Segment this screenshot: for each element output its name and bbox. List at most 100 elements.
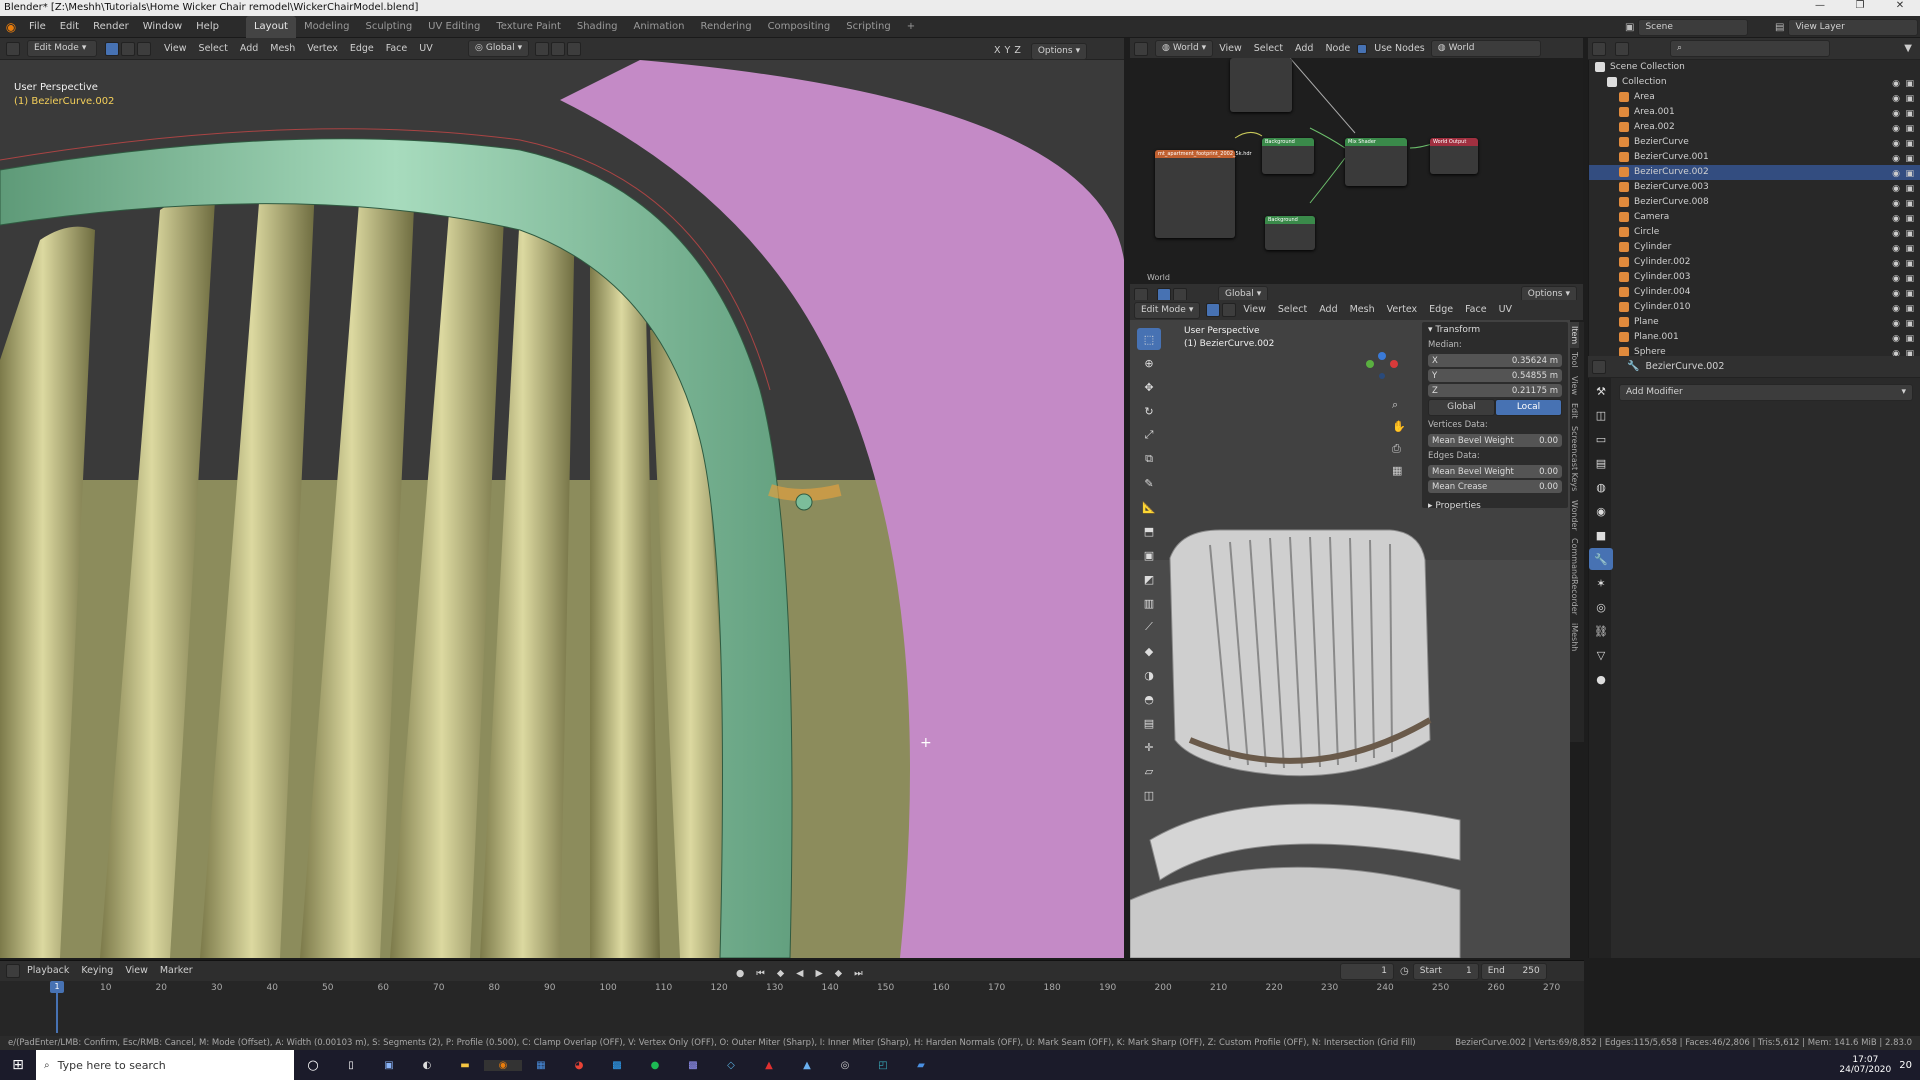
median-z-field[interactable]: Z 0.21175 m — [1428, 384, 1562, 397]
transform-orientation-selector[interactable]: ◎ Global ▾ — [468, 40, 530, 57]
constraints-props-icon[interactable]: ⛓ — [1589, 620, 1613, 642]
outliner-item[interactable]: BezierCurve.002 ◉ ▣ — [1589, 165, 1920, 180]
outliner-item[interactable]: Cylinder.003 ◉ ▣ — [1589, 270, 1920, 285]
world-datablock-selector[interactable]: ◍ World — [1430, 40, 1541, 57]
taskbar-search-box[interactable]: ⌕ Type here to search — [36, 1050, 294, 1080]
annotate-tool-icon[interactable]: ✎ — [1137, 472, 1161, 494]
median-x-field[interactable]: X 0.35624 m — [1428, 354, 1562, 367]
obs-icon[interactable]: ◎ — [826, 1060, 864, 1071]
editor-type-icon[interactable] — [6, 41, 20, 56]
windows-start-icon[interactable]: ⊞ — [0, 1057, 36, 1073]
cube-app-icon[interactable]: ◇ — [712, 1060, 750, 1071]
world-props-icon[interactable]: ◉ — [1589, 500, 1613, 522]
data-props-icon[interactable]: ▽ — [1589, 644, 1613, 666]
pan-hand-icon[interactable]: ✋ — [1392, 416, 1406, 438]
maximize-button[interactable]: ❐ — [1840, 0, 1880, 16]
outliner-item[interactable]: Plane ◉ ▣ — [1589, 315, 1920, 330]
spotify-icon[interactable]: ● — [636, 1060, 674, 1071]
ortho-grid-icon[interactable]: ▦ — [1392, 460, 1406, 482]
extrude-tool-icon[interactable]: ⬒ — [1137, 520, 1161, 542]
tab-modeling[interactable]: Modeling — [296, 16, 358, 38]
shrink-fatten-tool-icon[interactable]: ✛ — [1137, 736, 1161, 758]
tab-wonder[interactable]: Wonder — [1570, 496, 1579, 535]
outliner-item[interactable]: Circle ◉ ▣ — [1589, 225, 1920, 240]
outliner-type-icon[interactable] — [1592, 41, 1606, 56]
tab-sculpting[interactable]: Sculpting — [357, 16, 420, 38]
outliner-item[interactable]: BezierCurve.001 ◉ ▣ — [1589, 150, 1920, 165]
outliner-item[interactable]: Cylinder.010 ◉ ▣ — [1589, 300, 1920, 315]
app-icon-1[interactable]: ▣ — [370, 1060, 408, 1071]
right-menu-vertex[interactable]: Vertex — [1381, 299, 1424, 321]
menu-help[interactable]: Help — [189, 16, 226, 38]
task-view-icon[interactable]: ▯ — [332, 1060, 370, 1071]
outliner-item[interactable]: BezierCurve ◉ ▣ — [1589, 135, 1920, 150]
pivot-icon[interactable] — [535, 41, 550, 56]
photoshop-icon[interactable]: ▩ — [598, 1060, 636, 1071]
node-menu-node[interactable]: Node — [1319, 38, 1356, 60]
right-menu-face[interactable]: Face — [1459, 299, 1492, 321]
global-toggle[interactable]: Global — [1428, 399, 1495, 416]
outliner-item[interactable]: Area.002 ◉ ▣ — [1589, 120, 1920, 135]
transform-tool-icon[interactable]: ⧉ — [1137, 448, 1161, 470]
mode-selector[interactable]: Edit Mode ▾ — [27, 40, 97, 57]
loop-cut-tool-icon[interactable]: ▥ — [1137, 592, 1161, 614]
right-menu-edge[interactable]: Edge — [1423, 299, 1459, 321]
median-y-field[interactable]: Y 0.54855 m — [1428, 369, 1562, 382]
right-menu-view[interactable]: View — [1237, 299, 1272, 321]
bevel-tool-icon[interactable]: ◩ — [1137, 568, 1161, 590]
menu-uv[interactable]: UV — [413, 38, 438, 60]
outliner-item[interactable]: BezierCurve.008 ◉ ▣ — [1589, 195, 1920, 210]
app-icon-2[interactable]: ◐ — [408, 1060, 446, 1071]
outliner-item[interactable]: Area.001 ◉ ▣ — [1589, 105, 1920, 120]
physics-props-icon[interactable]: ◎ — [1589, 596, 1613, 618]
display-mode-icon[interactable] — [1615, 41, 1629, 56]
environment-texture-node[interactable]: mt_apartment_footprint_2002_5k.hdr — [1155, 150, 1252, 238]
notification-icon[interactable]: 20 — [1899, 1060, 1912, 1071]
menu-file[interactable]: File — [22, 16, 53, 38]
mix-shader-node[interactable]: Mix Shader — [1345, 138, 1407, 186]
tab-layout[interactable]: Layout — [245, 15, 296, 38]
photos-icon[interactable]: ▲ — [788, 1060, 826, 1071]
navigation-gizmo[interactable] — [1362, 340, 1402, 380]
menu-face[interactable]: Face — [380, 38, 413, 60]
light-path-node[interactable] — [1230, 58, 1292, 112]
cursor-tool-icon[interactable]: ⊕ — [1137, 352, 1161, 374]
view-layer-selector[interactable]: View Layer — [1788, 19, 1919, 36]
spin-tool-icon[interactable]: ◑ — [1137, 664, 1161, 686]
zoom-icon[interactable]: ⌕ — [1392, 394, 1406, 416]
shader-type-selector[interactable]: ◍ World ▾ — [1155, 40, 1214, 57]
outliner-item[interactable]: Cylinder.004 ◉ ▣ — [1589, 285, 1920, 300]
axis-x-toggle[interactable]: X — [992, 40, 1003, 62]
face-select-icon[interactable] — [137, 41, 151, 56]
mean-bevel-weight-edge-field[interactable]: Mean Bevel Weight 0.00 — [1428, 465, 1562, 478]
background-node-2[interactable]: Background — [1265, 216, 1315, 250]
edge-slide-tool-icon[interactable]: ▤ — [1137, 712, 1161, 734]
outliner-item[interactable]: BezierCurve.003 ◉ ▣ — [1589, 180, 1920, 195]
right-edge-select-icon[interactable] — [1222, 303, 1237, 317]
right-vertex-select-icon[interactable] — [1206, 303, 1221, 317]
move-tool-icon[interactable]: ✥ — [1137, 376, 1161, 398]
app-icon-4[interactable]: ▰ — [902, 1060, 940, 1071]
menu-edge[interactable]: Edge — [344, 38, 380, 60]
use-nodes-checkbox[interactable] — [1357, 43, 1368, 54]
right-menu-select[interactable]: Select — [1272, 299, 1313, 321]
node-menu-add[interactable]: Add — [1289, 38, 1319, 60]
material-props-icon[interactable]: ● — [1589, 668, 1613, 690]
minimize-button[interactable]: — — [1800, 0, 1840, 16]
chrome-icon[interactable]: ◕ — [560, 1060, 598, 1071]
rotate-tool-icon[interactable]: ↻ — [1137, 400, 1161, 422]
properties-panel-header[interactable]: ▸ Properties — [1422, 495, 1568, 517]
menu-add[interactable]: Add — [234, 38, 264, 60]
menu-render[interactable]: Render — [86, 16, 136, 38]
outliner-item[interactable]: Plane.001 ◉ ▣ — [1589, 330, 1920, 345]
local-toggle[interactable]: Local — [1495, 399, 1562, 416]
select-box-tool-icon[interactable]: ⬚ — [1137, 328, 1161, 350]
blender-taskbar-icon[interactable]: ◉ — [484, 1059, 522, 1071]
collection-row[interactable]: Collection ◉ ▣ — [1589, 75, 1920, 90]
camera-view-icon[interactable]: ⎙ — [1392, 438, 1406, 460]
tab-view[interactable]: View — [1570, 372, 1579, 399]
scene-selector[interactable]: Scene — [1638, 19, 1749, 36]
output-props-icon[interactable]: ▭ — [1589, 428, 1613, 450]
add-modifier-button[interactable]: Add Modifier ▾ — [1619, 384, 1913, 401]
tab-imeshh[interactable]: iMeshh — [1570, 619, 1579, 655]
